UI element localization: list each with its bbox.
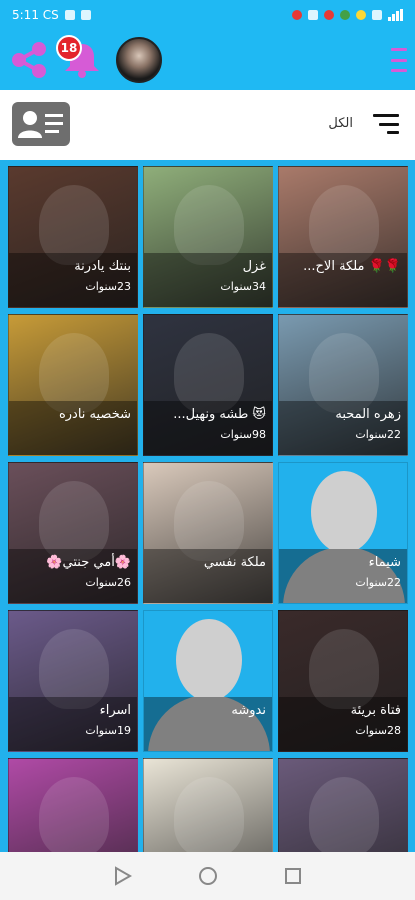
profile-caption: اسراء 19سنوات [9, 697, 137, 751]
app-status-icon [292, 10, 302, 20]
profile-card[interactable]: 🌸أمي جنتي🌸 26سنوات [8, 462, 138, 604]
profile-name: 😻 طشه ونهيل... [173, 407, 266, 422]
profile-age: 19سنوات [85, 724, 131, 737]
profile-card[interactable]: ملكة نفسي [143, 462, 273, 604]
notification-badge: 18 [56, 35, 82, 61]
profile-age [279, 274, 407, 280]
profile-caption: ندوشه [144, 697, 272, 751]
system-nav-bar [0, 852, 415, 900]
battery-icon [308, 10, 318, 20]
menu-button[interactable] [391, 48, 407, 72]
profile-card[interactable]: 🌹🌹 ملكة الاح... [278, 166, 408, 308]
user-avatar[interactable] [116, 37, 162, 83]
profile-caption: غزل 34سنوات [144, 253, 272, 307]
filter-icon-line [379, 122, 399, 126]
profile-card[interactable]: اسراء 19سنوات [8, 610, 138, 752]
back-icon [114, 866, 132, 886]
profile-age: 22سنوات [355, 576, 401, 589]
profile-age [9, 422, 137, 428]
share-button[interactable] [8, 39, 50, 81]
contact-card-button[interactable] [12, 102, 70, 146]
profile-card[interactable]: شخصيه نادره [8, 314, 138, 456]
filter-icon-line [387, 131, 399, 134]
profile-name: زهره المحبه [335, 407, 401, 422]
profile-caption: فتاة بريئة 28سنوات [279, 697, 407, 751]
profile-card[interactable] [8, 758, 138, 852]
filter-label[interactable]: الكل [328, 116, 353, 131]
filter-bar: الكل [0, 90, 415, 160]
profile-name: فتاة بريئة [350, 703, 401, 718]
profile-age: 23سنوات [85, 280, 131, 293]
filter-icon-line [373, 114, 399, 117]
menu-icon-line [391, 69, 407, 72]
profile-caption: 🌹🌹 ملكة الاح... [279, 253, 407, 307]
profile-card[interactable] [143, 758, 273, 852]
profile-caption: 🌸أمي جنتي🌸 26سنوات [9, 549, 137, 603]
home-icon [198, 867, 217, 885]
home-button[interactable] [196, 864, 220, 888]
profile-name: شيماء [368, 555, 401, 570]
profile-card[interactable]: غزل 34سنوات [143, 166, 273, 308]
notification-status-icon [64, 10, 75, 20]
profile-photo [309, 777, 379, 852]
filter-button[interactable] [373, 114, 399, 134]
profile-name: 🌸أمي جنتي🌸 [46, 555, 131, 570]
profile-caption: شيماء 22سنوات [279, 549, 407, 603]
profile-card[interactable]: فتاة بريئة 28سنوات [278, 610, 408, 752]
recents-icon [284, 868, 301, 884]
profile-card[interactable]: ندوشه [143, 610, 273, 752]
status-bar: 5:11 CS [0, 0, 415, 30]
profile-age: 98سنوات [220, 428, 266, 441]
signal-icon [388, 9, 403, 21]
profile-age [144, 718, 272, 724]
profile-card[interactable]: بنتك يادرنة 23سنوات [8, 166, 138, 308]
settings-status-icon [80, 10, 91, 20]
profile-card[interactable]: 😻 طشه ونهيل... 98سنوات [143, 314, 273, 456]
profile-name: شخصيه نادره [58, 407, 131, 422]
recents-button[interactable] [281, 864, 305, 888]
profile-name: اسراء [99, 703, 131, 718]
profile-age: 28سنوات [355, 724, 401, 737]
profile-caption: زهره المحبه 22سنوات [279, 401, 407, 455]
profile-age [144, 570, 272, 576]
app-bar: 18 [0, 30, 415, 90]
avatar-head [176, 619, 242, 701]
profile-photo [39, 777, 109, 852]
profile-card[interactable]: شيماء 22سنوات [278, 462, 408, 604]
menu-icon-line [391, 58, 407, 62]
profile-caption: شخصيه نادره [9, 401, 137, 455]
wifi-icon [372, 10, 382, 20]
profile-name: ندوشه [231, 703, 266, 718]
heart-status-icon [324, 10, 334, 20]
status-time: 5:11 CS [12, 8, 59, 22]
share-icon [12, 42, 46, 78]
menu-icon-line [391, 48, 407, 51]
profile-name: 🌹🌹 ملكة الاح... [303, 259, 401, 274]
profile-age: 26سنوات [85, 576, 131, 589]
profile-caption: ملكة نفسي [144, 549, 272, 603]
profile-name: ملكة نفسي [203, 555, 266, 570]
contact-card-icon [18, 111, 63, 138]
green-status-icon [340, 10, 350, 20]
profile-age: 22سنوات [355, 428, 401, 441]
profile-name: بنتك يادرنة [74, 259, 131, 274]
back-button[interactable] [111, 864, 135, 888]
yellow-status-icon [356, 10, 366, 20]
profile-name: غزل [242, 259, 266, 274]
avatar-head [311, 471, 377, 553]
profile-photo [174, 777, 244, 852]
profile-caption: 😻 طشه ونهيل... 98سنوات [144, 401, 272, 455]
profile-age: 34سنوات [220, 280, 266, 293]
profile-grid: بنتك يادرنة 23سنوات غزل 34سنوات 🌹🌹 ملكة الاح… [0, 160, 415, 852]
profile-card[interactable]: زهره المحبه 22سنوات [278, 314, 408, 456]
profile-caption: بنتك يادرنة 23سنوات [9, 253, 137, 307]
profile-card[interactable] [278, 758, 408, 852]
